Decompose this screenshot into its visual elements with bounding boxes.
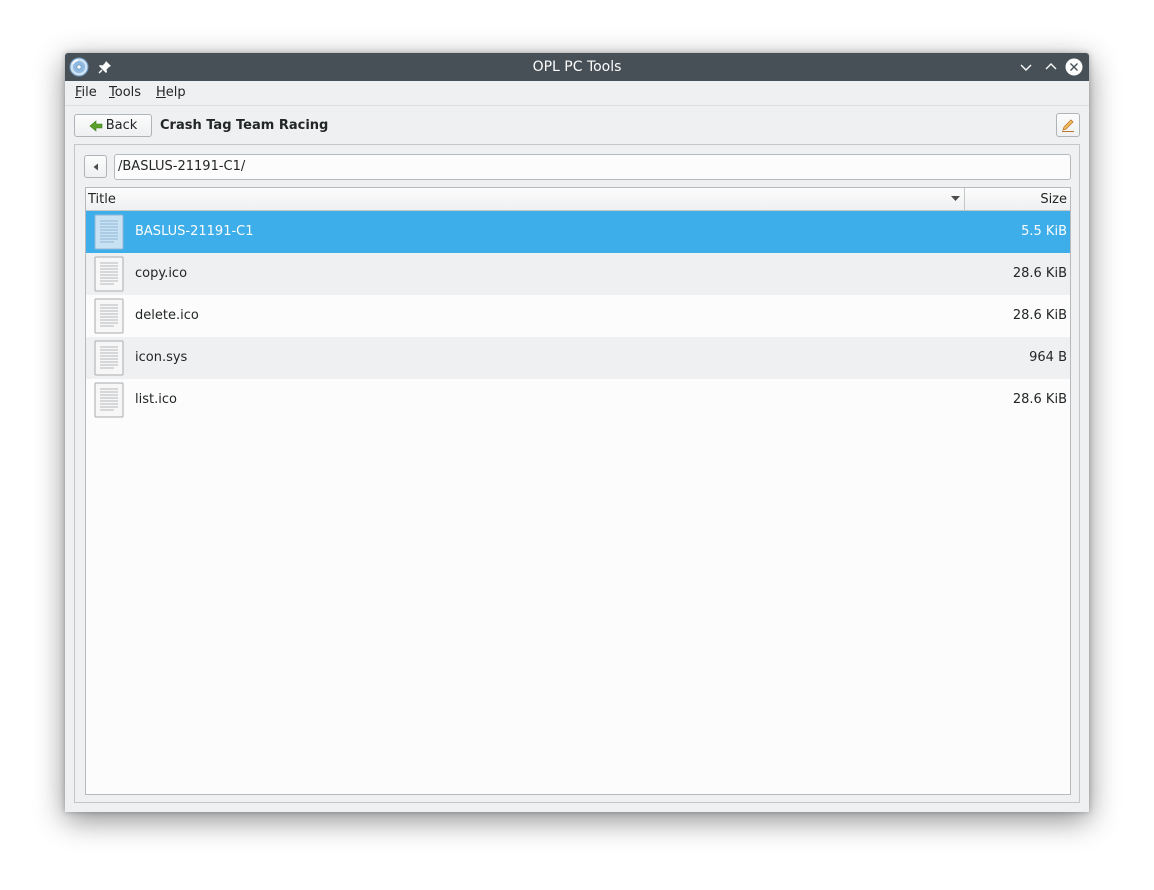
file-row[interactable]: BASLUS-21191-C1 5.5 KiB	[86, 211, 1070, 253]
navigate-up-button[interactable]	[84, 155, 107, 178]
file-size: 28.6 KiB	[1012, 392, 1067, 407]
minimize-icon[interactable]	[1017, 58, 1035, 76]
file-name: list.ico	[135, 392, 177, 407]
close-icon[interactable]	[1065, 58, 1083, 76]
toolbar: Back Crash Tag Team Racing	[65, 106, 1089, 146]
file-size: 28.6 KiB	[1012, 308, 1067, 323]
path-field[interactable]: /BASLUS-21191-C1/	[114, 154, 1071, 180]
file-size: 5.5 KiB	[1021, 224, 1067, 239]
list-header: Title Size	[86, 188, 1070, 211]
text-file-icon	[94, 298, 124, 334]
column-separator[interactable]	[964, 188, 965, 210]
menu-file[interactable]: File	[75, 85, 97, 100]
file-row[interactable]: icon.sys 964 B	[86, 337, 1070, 379]
back-arrow-icon	[89, 119, 103, 132]
menu-tools[interactable]: Tools	[109, 85, 141, 100]
column-header-size[interactable]: Size	[1040, 192, 1067, 207]
back-button-label: Back	[105, 118, 138, 133]
file-list[interactable]: Title Size BASLUS-21191-C1 5.5 KiB copy.…	[85, 187, 1071, 795]
game-title: Crash Tag Team Racing	[160, 118, 329, 133]
main-window: OPL PC Tools File Tools Help Back Crash …	[65, 53, 1089, 812]
file-name: copy.ico	[135, 266, 188, 281]
file-row[interactable]: list.ico 28.6 KiB	[86, 379, 1070, 421]
file-size: 964 B	[1029, 350, 1067, 365]
file-name: BASLUS-21191-C1	[135, 224, 254, 239]
back-button[interactable]: Back	[74, 114, 152, 137]
file-browser-panel: /BASLUS-21191-C1/ Title Size BASLUS-2119…	[74, 144, 1080, 803]
text-file-icon	[94, 214, 124, 250]
text-file-icon	[94, 340, 124, 376]
maximize-icon[interactable]	[1042, 58, 1060, 76]
text-file-icon	[94, 256, 124, 292]
file-row[interactable]: copy.ico 28.6 KiB	[86, 253, 1070, 295]
window-title: OPL PC Tools	[532, 59, 622, 75]
file-name: icon.sys	[135, 350, 188, 365]
edit-button[interactable]	[1056, 113, 1080, 137]
column-header-title[interactable]: Title	[88, 192, 116, 207]
file-row[interactable]: delete.ico 28.6 KiB	[86, 295, 1070, 337]
edit-pencil-icon	[1062, 119, 1074, 132]
menu-bar: File Tools Help	[65, 81, 1089, 106]
title-bar[interactable]: OPL PC Tools	[65, 53, 1089, 81]
sort-indicator-icon	[951, 196, 960, 201]
file-rows: BASLUS-21191-C1 5.5 KiB copy.ico 28.6 Ki…	[86, 211, 1070, 421]
file-size: 28.6 KiB	[1012, 266, 1067, 281]
text-file-icon	[94, 382, 124, 418]
menu-help[interactable]: Help	[156, 85, 186, 100]
file-name: delete.ico	[135, 308, 199, 323]
navigate-up-icon	[93, 163, 98, 170]
